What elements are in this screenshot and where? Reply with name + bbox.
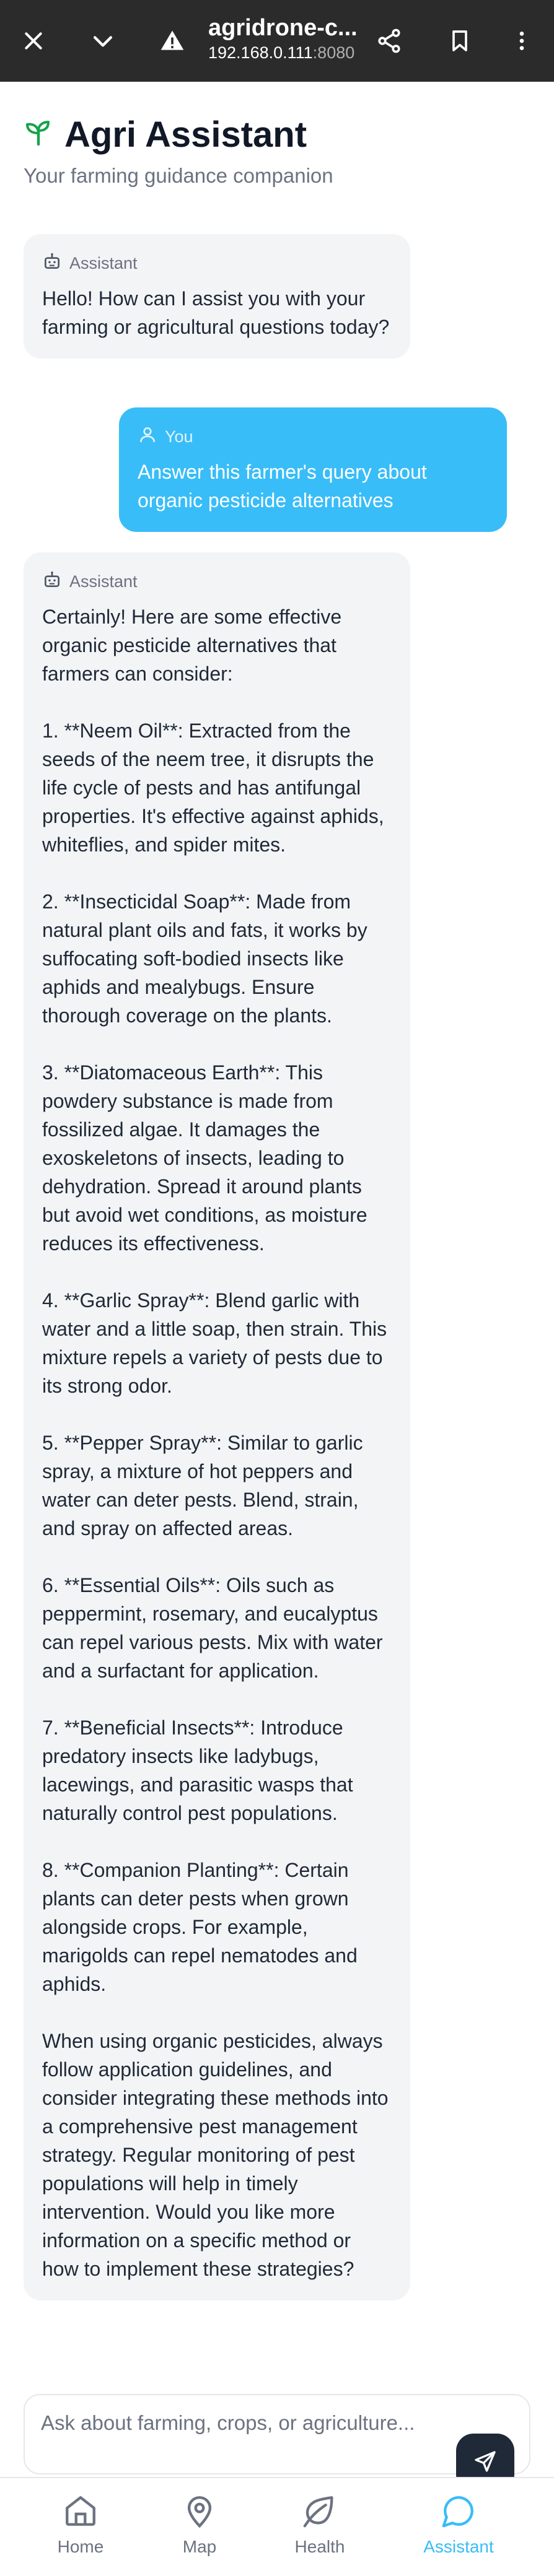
message-text: Hello! How can I assist you with your fa…	[42, 287, 390, 338]
share-icon[interactable]	[371, 22, 408, 59]
send-icon	[473, 2449, 498, 2477]
message-author: Assistant	[69, 254, 138, 272]
nav-label: Assistant	[423, 2537, 494, 2556]
bot-icon	[42, 251, 62, 276]
chat-input[interactable]	[41, 2411, 475, 2435]
app-title: Agri Assistant	[64, 115, 307, 155]
message-author: Assistant	[69, 572, 138, 591]
url-port: :8080	[312, 43, 355, 62]
bot-icon	[42, 570, 62, 594]
url-host-address: 192.168.0.111	[208, 43, 313, 62]
user-message: You Answer this farmer's query about org…	[119, 407, 507, 532]
chat-icon	[441, 2493, 477, 2532]
chat-input-container	[24, 2394, 530, 2474]
message-text: Answer this farmer's query about organic…	[138, 461, 433, 511]
sprout-icon	[24, 118, 53, 151]
nav-item-home[interactable]: Home	[31, 2493, 130, 2557]
app-subtitle: Your farming guidance companion	[24, 164, 333, 187]
assistant-message: Assistant Certainly! Here are some effec…	[24, 552, 410, 2300]
assistant-message: Assistant Hello! How can I assist you wi…	[24, 234, 410, 359]
chevron-down-icon[interactable]	[84, 22, 121, 59]
app-header: Agri Assistant Your farming guidance com…	[24, 114, 333, 188]
map-pin-icon	[182, 2493, 218, 2532]
message-text: Certainly! Here are some effective organ…	[42, 606, 389, 2280]
bookmark-icon[interactable]	[441, 22, 478, 59]
message-author: You	[165, 427, 193, 446]
url-bar[interactable]: agridrone-c... 192.168.0.111:8080	[208, 14, 363, 63]
bottom-nav: Home Map Health Assistant	[0, 2477, 554, 2576]
url-host: 192.168.0.111:8080	[208, 42, 363, 63]
page-tab-title: agridrone-c...	[208, 15, 358, 41]
nav-item-health[interactable]: Health	[270, 2493, 369, 2557]
leaf-icon	[302, 2493, 338, 2532]
nav-label: Map	[182, 2537, 217, 2556]
home-icon	[63, 2493, 99, 2532]
user-icon	[138, 425, 157, 449]
close-icon[interactable]	[15, 22, 52, 59]
warning-icon[interactable]	[154, 22, 191, 59]
browser-toolbar: agridrone-c... 192.168.0.111:8080	[0, 0, 554, 82]
nav-label: Home	[57, 2537, 104, 2556]
nav-item-map[interactable]: Map	[150, 2493, 249, 2557]
nav-label: Health	[294, 2537, 345, 2556]
more-vertical-icon[interactable]	[503, 22, 540, 59]
nav-item-assistant[interactable]: Assistant	[409, 2493, 508, 2557]
